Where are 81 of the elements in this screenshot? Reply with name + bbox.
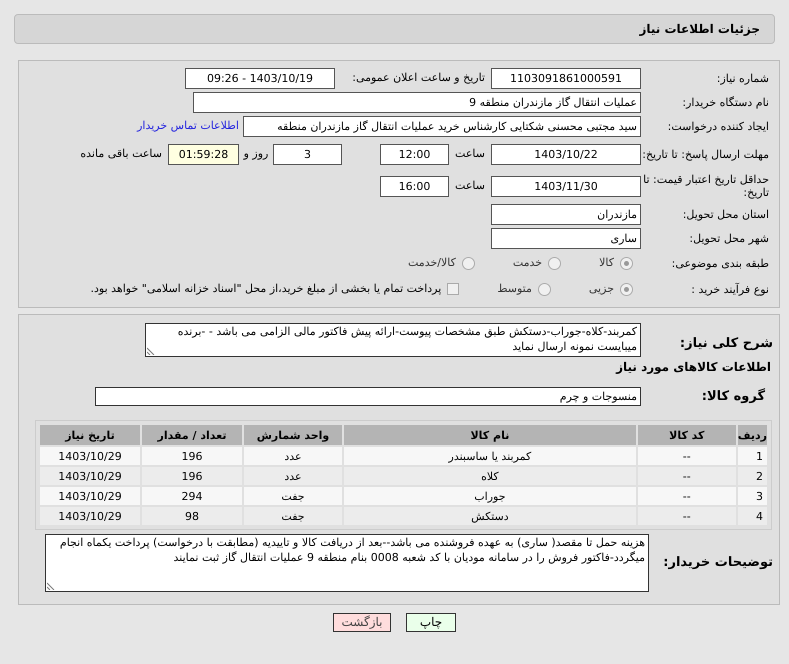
- reply-time-field: 12:00: [380, 144, 449, 164]
- table-cell: 196: [142, 467, 242, 485]
- buyer-org-field: عملیات انتقال گاز مازندران منطقه 9: [193, 92, 641, 112]
- time-label: ساعت: [454, 147, 486, 161]
- field-label: توضیحات خریدار:: [663, 555, 773, 570]
- field-label: گروه کالا:: [702, 388, 765, 404]
- field-label: شهر محل تحویل:: [689, 232, 769, 244]
- table-cell: کلاه: [344, 467, 636, 485]
- column-header: تعداد / مقدار: [142, 425, 242, 445]
- table-cell: 1403/10/29: [40, 447, 140, 465]
- table-cell: 3: [738, 487, 767, 505]
- checkbox-label: پرداخت تمام یا بخشی از مبلغ خرید،از محل "اسناد خزانه اسلامی" خواهد بود.: [90, 282, 442, 296]
- table-cell: 4: [738, 507, 767, 525]
- table-cell: 294: [142, 487, 242, 505]
- table-cell: جوراب: [344, 487, 636, 505]
- back-button[interactable]: بازگشت: [333, 613, 391, 632]
- table-cell: کمربند یا ساسبندر: [344, 447, 636, 465]
- table-cell: 98: [142, 507, 242, 525]
- table-cell: دستکش: [344, 507, 636, 525]
- column-header: نام کالا: [344, 425, 636, 445]
- resize-grip-icon: [47, 582, 55, 590]
- remaining-label: ساعت باقی مانده: [80, 147, 162, 161]
- table-cell: 1403/10/29: [40, 467, 140, 485]
- radio-label: کالا: [599, 256, 614, 270]
- resize-grip-icon: [147, 347, 155, 355]
- table-cell: --: [638, 447, 736, 465]
- radio-button[interactable]: [462, 256, 475, 270]
- table-cell: --: [638, 467, 736, 485]
- table-cell: جفت: [244, 487, 342, 505]
- field-label: شماره نیاز:: [716, 72, 769, 84]
- radio-label: خدمت: [512, 256, 542, 270]
- need-number-field: 1103091861000591: [491, 68, 641, 88]
- field-label: حداقل تاریخ اعتبار قیمت: تا تاریخ:: [643, 173, 769, 199]
- remaining-time-field: 01:59:28: [168, 144, 239, 164]
- table-cell: --: [638, 487, 736, 505]
- column-header: کد کالا: [638, 425, 736, 445]
- table-cell: عدد: [244, 447, 342, 465]
- reply-date-field: 1403/10/22: [491, 144, 641, 164]
- field-label: مهلت ارسال پاسخ: تا تاریخ:: [642, 148, 769, 160]
- radio-button[interactable]: [620, 256, 633, 270]
- radio-button[interactable]: [548, 256, 562, 270]
- days-label: روز و: [242, 147, 270, 161]
- announce-datetime-field: 1403/10/19 - 09:26: [185, 68, 335, 88]
- page-title: جزئیات اطلاعات نیاز: [639, 22, 760, 36]
- buyer-notes-field: هزینه حمل تا مقصد( ساری) به عهده فروشنده می باشد--بعد از دریافت کالا و تاییدیه (مطابقت با درخواست) پرداخت یکماه انجام میگردد-فاکتور فروش را در سامانه مودیان با کد شعبه 0008 بنام منطقه 9 عملیات انتقال گاز ثبت نمایند: [45, 534, 649, 592]
- checkbox[interactable]: [447, 283, 460, 295]
- table-cell: --: [638, 507, 736, 525]
- radio-label: متوسط: [497, 282, 532, 296]
- province-field: مازندران: [491, 204, 641, 224]
- table-cell: 1403/10/29: [40, 507, 140, 525]
- table-cell: 1: [738, 447, 767, 465]
- city-field: ساری: [491, 228, 641, 248]
- section-title: اطلاعات کالاهای مورد نیاز: [616, 360, 771, 374]
- field-label: شرح کلی نیاز:: [680, 336, 773, 351]
- field-label: نوع فرآیند خرید :: [691, 282, 769, 296]
- field-label: ایجاد کننده درخواست:: [668, 120, 769, 132]
- field-label: استان محل تحویل:: [682, 208, 769, 220]
- requester-field: سید مجتبی محسنی شکتایی کارشناس خرید عملیات انتقال گاز مازندران منطقه: [243, 116, 641, 136]
- table-cell: 1403/10/29: [40, 487, 140, 505]
- description-field: کمربند-کلاه-جوراب-دستکش طبق مشخصات پیوست-ارائه پیش فاکتور مالی الزامی می باشد - -برنده میبایست نمونه ارسال نماید: [145, 323, 641, 357]
- goods-group-field: منسوجات و چرم: [95, 387, 641, 406]
- field-label: طبقه بندی موضوعی:: [672, 256, 769, 270]
- validity-date-field: 1403/11/30: [491, 176, 641, 196]
- column-header: ردیف: [738, 425, 767, 445]
- table-cell: جفت: [244, 507, 342, 525]
- radio-button[interactable]: [538, 282, 551, 296]
- radio-label: جزیی: [588, 282, 614, 296]
- validity-time-field: 16:00: [380, 176, 449, 196]
- field-label: نام دستگاه خریدار:: [682, 96, 769, 108]
- table-cell: 2: [738, 467, 767, 485]
- days-field: 3: [273, 144, 342, 164]
- radio-label: کالا/خدمت: [408, 256, 456, 270]
- table-cell: عدد: [244, 467, 342, 485]
- column-header: تاریخ نیاز: [40, 425, 140, 445]
- field-label: تاریخ و ساعت اعلان عمومی:: [351, 71, 485, 85]
- table-cell: 196: [142, 447, 242, 465]
- time-label: ساعت: [454, 179, 486, 193]
- buyer-contact-link[interactable]: اطلاعات تماس خریدار: [137, 119, 239, 133]
- print-button[interactable]: چاپ: [406, 613, 456, 632]
- radio-button[interactable]: [620, 282, 633, 296]
- column-header: واحد شمارش: [244, 425, 342, 445]
